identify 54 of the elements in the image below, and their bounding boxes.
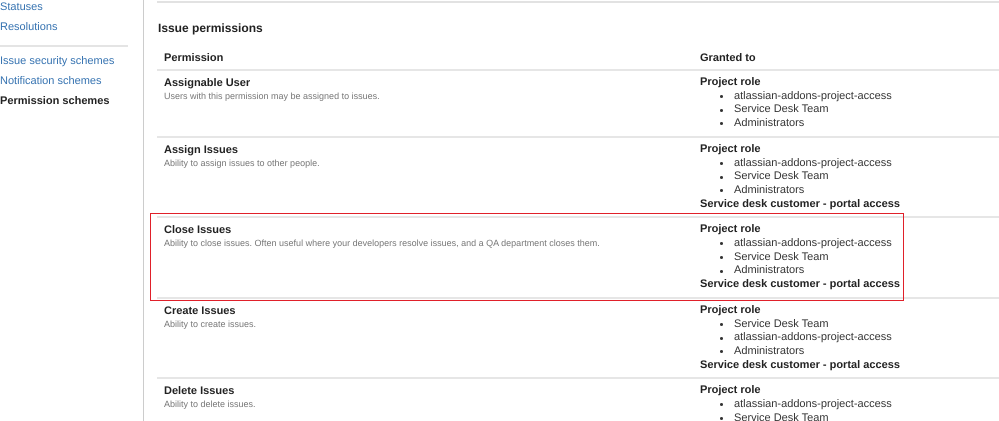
sidebar-link[interactable]: Resolutions [0,20,58,40]
bullet-icon [720,95,723,98]
grant-heading: Project role [700,223,762,238]
column-header: Permission [164,52,224,64]
grant-member: Service Desk Team [734,318,829,332]
permission-name: Close Issues [164,223,232,238]
permission-description: Ability to delete issues. [164,398,257,412]
bullet-icon [720,336,723,340]
grant-heading: Service desk customer - portal access [700,358,901,372]
grant-heading: Project role [700,304,762,318]
bullet-icon [720,189,723,192]
grant-member: Service Desk Team [734,103,829,118]
permission-description: Ability to close issues. Often useful where your developers resolve issues, and a QA department closes them. [164,237,601,250]
bullet-icon [720,256,723,260]
bullet-icon [720,417,723,420]
grant-member: Service Desk Team [734,170,829,184]
grant-heading: Service desk customer - portal access [700,198,901,212]
permission-name: Assignable User [164,76,252,90]
grant-member: atlassian-addons-project-access [734,156,892,170]
bullet-icon [720,162,723,165]
sidebar-link[interactable]: Permission schemes [0,94,110,114]
bullet-icon [720,108,723,112]
sidebar-link[interactable]: Statuses [0,0,43,20]
grant-heading: Project role [700,76,762,90]
grant-member: Administrators [734,117,804,131]
permission-name: Create Issues [164,304,237,318]
grant-member: Service Desk Team [734,412,829,421]
grant-heading: Service desk customer - portal access [700,278,901,292]
permission-name: Assign Issues [164,142,239,157]
grant-member: Administrators [734,264,804,278]
permission-description: Ability to create issues. [164,318,258,331]
sidebar-link[interactable]: Notification schemes [0,74,102,94]
grant-heading: Project role [700,384,762,398]
section-title: Issue permissions [158,21,264,36]
grant-member: atlassian-addons-project-access [734,90,892,104]
permission-description: Ability to assign issues to other people. [164,156,321,170]
grant-member: atlassian-addons-project-access [734,398,892,412]
bullet-icon [720,242,723,246]
permission-name: Delete Issues [164,384,236,398]
column-header: Granted to [700,52,756,64]
grant-member: atlassian-addons-project-access [734,237,892,251]
grant-member: Administrators [734,344,804,359]
bullet-icon [720,322,723,326]
bullet-icon [720,176,723,179]
bullet-icon [720,122,723,126]
grant-heading: Project role [700,142,762,157]
bullet-icon [720,270,723,273]
bullet-icon [720,403,723,406]
permission-description: Users with this permission may be assigned to issues. [164,90,381,103]
grant-member: Service Desk Team [734,250,829,264]
sidebar-link[interactable]: Issue security schemes [0,54,114,74]
grant-member: Administrators [734,184,804,198]
grant-member: atlassian-addons-project-access [734,331,892,345]
bullet-icon [720,350,723,354]
